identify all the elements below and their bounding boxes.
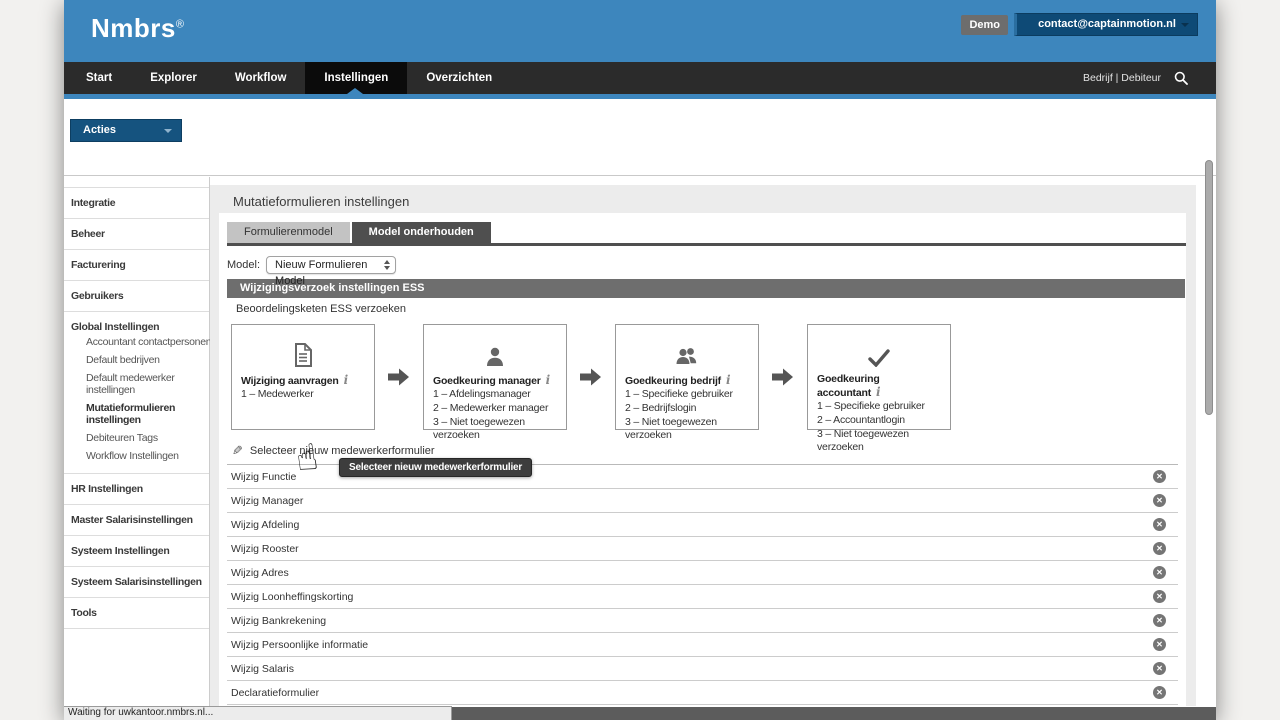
nav-item-explorer[interactable]: Explorer bbox=[131, 62, 216, 94]
model-select[interactable]: Nieuw Formulieren Model bbox=[266, 256, 397, 287]
tab-formulierenmodel[interactable]: Formulierenmodel bbox=[227, 222, 350, 243]
list-item: Wijzig Bankrekening ✕ bbox=[227, 609, 1178, 633]
chevron-down-icon bbox=[1181, 23, 1189, 27]
nmbrs-logo: Nmbrs® bbox=[91, 13, 185, 43]
list-item: Wijzig Adres ✕ bbox=[227, 561, 1178, 585]
status-bar-strip bbox=[452, 707, 1216, 720]
sidebar-subitem-workflow-instellingen[interactable]: Workflow Instellingen bbox=[64, 447, 209, 465]
account-dropdown[interactable]: contact@captainmotion.nl bbox=[1014, 13, 1198, 36]
sidebar-group-global-instellingen: Global Instellingen Accountant contactpe… bbox=[64, 312, 212, 474]
sidebar-item-facturering[interactable]: Facturering bbox=[64, 250, 209, 281]
info-icon[interactable]: i bbox=[876, 385, 881, 399]
sidebar-item-master-salarisinstellingen[interactable]: Master Salarisinstellingen bbox=[64, 505, 209, 536]
delete-icon[interactable]: ✕ bbox=[1153, 686, 1166, 699]
pencil-icon: ✎ bbox=[232, 443, 243, 458]
browser-page: Nmbrs® Demo contact@captainmotion.nl Sta… bbox=[64, 0, 1216, 720]
section-header-ess: Wijzigingsverzoek instellingen ESS bbox=[227, 279, 1185, 298]
info-icon[interactable]: i bbox=[546, 373, 551, 387]
sidebar-item-hr-instellingen[interactable]: HR Instellingen bbox=[64, 474, 209, 505]
main-nav: Start Explorer Workflow Instellingen Ove… bbox=[64, 62, 1216, 94]
tab-bar: Formulierenmodel Model onderhouden bbox=[227, 222, 1178, 243]
main-panel: Mutatieformulieren instellingen Formulie… bbox=[210, 185, 1196, 706]
sidebar-item-systeem-instellingen[interactable]: Systeem Instellingen bbox=[64, 536, 209, 567]
flow-step-goedkeuring-manager: Goedkeuring manager i 1 – Afdelingsmanage… bbox=[423, 324, 567, 441]
app-header: Nmbrs® Demo contact@captainmotion.nl bbox=[64, 0, 1216, 62]
user-icon bbox=[424, 341, 566, 367]
sidebar-item-integratie[interactable]: Integratie bbox=[64, 188, 209, 219]
registered-mark: ® bbox=[175, 18, 185, 31]
list-item: Wijzig Loonheffingskorting ✕ bbox=[227, 585, 1178, 609]
tab-model-onderhouden[interactable]: Model onderhouden bbox=[351, 222, 491, 243]
delete-icon[interactable]: ✕ bbox=[1153, 494, 1166, 507]
arrow-right-icon bbox=[375, 368, 423, 386]
arrow-right-icon bbox=[759, 368, 807, 386]
list-item: Wijzig Salaris ✕ bbox=[227, 657, 1178, 681]
document-icon bbox=[232, 341, 374, 367]
chevron-down-icon bbox=[164, 129, 172, 133]
vertical-scrollbar[interactable] bbox=[1205, 160, 1213, 415]
sidebar-subitem-default-medewerker-instellingen[interactable]: Default medewerker instellingen bbox=[64, 369, 209, 399]
sidebar-item-tools[interactable]: Tools bbox=[64, 598, 209, 629]
delete-icon[interactable]: ✕ bbox=[1153, 590, 1166, 603]
sidebar-item-beheer[interactable]: Beheer bbox=[64, 219, 209, 250]
list-item: Wijzig Afdeling ✕ bbox=[227, 513, 1178, 537]
flow-step-goedkeuring-accountant: Goedkeuring accountant i 1 – Specifieke g… bbox=[807, 324, 951, 453]
delete-icon[interactable]: ✕ bbox=[1153, 638, 1166, 651]
approval-flow: Wijziging aanvragen i 1 – Medewerker Goed… bbox=[227, 324, 1178, 453]
list-item: Declaratieformulier ✕ bbox=[227, 681, 1178, 705]
active-tab-notch bbox=[347, 88, 363, 94]
select-new-form-link[interactable]: Selecteer nieuw medewerkerformulier bbox=[250, 445, 435, 457]
account-email: contact@captainmotion.nl bbox=[1038, 18, 1176, 30]
forms-list: Wijzig Functie ✕ Wijzig Manager ✕ Wijzig A… bbox=[227, 465, 1178, 705]
check-icon bbox=[808, 341, 950, 367]
acties-button[interactable]: Acties bbox=[70, 119, 182, 142]
sidebar-item-global-instellingen[interactable]: Global Instellingen bbox=[64, 321, 209, 333]
delete-icon[interactable]: ✕ bbox=[1153, 518, 1166, 531]
demo-badge: Demo bbox=[961, 15, 1008, 35]
page-title: Mutatieformulieren instellingen bbox=[233, 194, 410, 209]
tooltip: Selecteer nieuw medewerkerformulier bbox=[339, 458, 533, 477]
select-stepper-icon bbox=[384, 260, 391, 270]
sidebar-subitem-accountant-contactpersonen[interactable]: Accountant contactpersonen bbox=[64, 333, 212, 351]
delete-icon[interactable]: ✕ bbox=[1153, 470, 1166, 483]
nav-item-workflow[interactable]: Workflow bbox=[216, 62, 306, 94]
sidebar-subitem-debiteuren-tags[interactable]: Debiteuren Tags bbox=[64, 429, 209, 447]
content-area: Integratie Beheer Facturering Gebruikers… bbox=[64, 177, 1216, 706]
sidebar-item-systeem-salarisinstellingen[interactable]: Systeem Salarisinstellingen bbox=[64, 567, 209, 598]
nav-item-start[interactable]: Start bbox=[67, 62, 131, 94]
flow-step-goedkeuring-bedrijf: Goedkeuring bedrijf i 1 – Specifieke gebr… bbox=[615, 324, 759, 441]
browser-status-bar: Waiting for uwkantoor.nmbrs.nl... bbox=[64, 706, 452, 720]
chain-label: Beoordelingsketen ESS verzoeken bbox=[236, 303, 406, 315]
delete-icon[interactable]: ✕ bbox=[1153, 614, 1166, 627]
list-item: Wijzig Persoonlijke informatie ✕ bbox=[227, 633, 1178, 657]
action-bar: Acties bbox=[64, 99, 1216, 176]
sidebar-item-gebruikers[interactable]: Gebruikers bbox=[64, 281, 209, 312]
flow-step-wijziging-aanvragen: Wijziging aanvragen i 1 – Medewerker bbox=[231, 324, 375, 430]
search-icon[interactable] bbox=[1174, 71, 1188, 85]
tab-underline bbox=[227, 243, 1186, 246]
delete-icon[interactable]: ✕ bbox=[1153, 566, 1166, 579]
model-label: Model: bbox=[227, 259, 261, 271]
info-icon[interactable]: i bbox=[726, 373, 731, 387]
info-icon[interactable]: i bbox=[344, 373, 349, 387]
users-icon bbox=[616, 341, 758, 367]
delete-icon[interactable]: ✕ bbox=[1153, 542, 1166, 555]
list-item: Wijzig Manager ✕ bbox=[227, 489, 1178, 513]
delete-icon[interactable]: ✕ bbox=[1153, 662, 1166, 675]
sidebar-subitem-default-bedrijven[interactable]: Default bedrijven bbox=[64, 351, 209, 369]
nav-item-overzichten[interactable]: Overzichten bbox=[407, 62, 511, 94]
list-item: Wijzig Rooster ✕ bbox=[227, 537, 1178, 561]
arrow-right-icon bbox=[567, 368, 615, 386]
sidebar-subitem-mutatieformulieren-instellingen[interactable]: Mutatieformulieren instellingen bbox=[64, 399, 209, 429]
settings-sidebar: Integratie Beheer Facturering Gebruikers… bbox=[64, 177, 212, 706]
context-switch-bedrijf-debiteur[interactable]: Bedrijf | Debiteur bbox=[1083, 72, 1161, 84]
